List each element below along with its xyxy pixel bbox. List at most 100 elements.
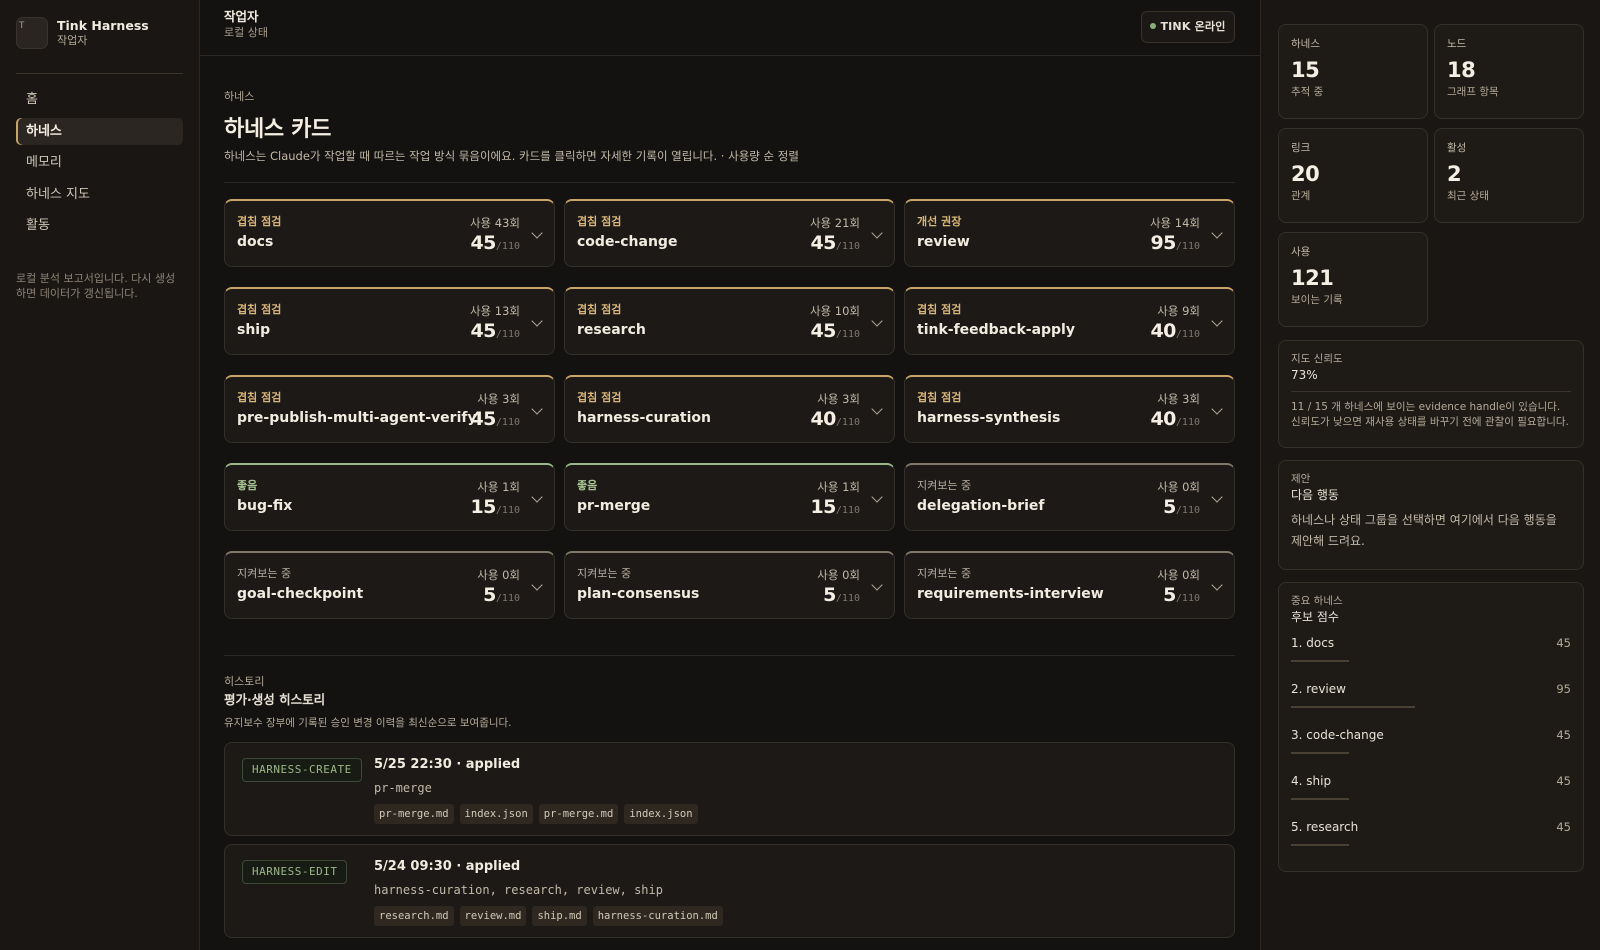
- harness-card[interactable]: 좋음 bug-fix 사용 1회 15/110: [224, 463, 555, 531]
- harness-card[interactable]: 겹침 점검 harness-synthesis 사용 3회 40/110: [904, 375, 1235, 443]
- card-name: research: [577, 322, 646, 338]
- history-files: research.md review.md ship.md harness-curat…: [374, 906, 723, 926]
- card-score-max: /110: [1175, 593, 1200, 604]
- confidence-value: 73%: [1291, 368, 1318, 382]
- ranking-list: 1. docs 45 2. review 95 3. code-change 45 4. s…: [1291, 626, 1571, 856]
- chevron-down-icon[interactable]: [531, 315, 543, 327]
- ranking-score-bar: [1291, 660, 1349, 662]
- harness-card[interactable]: 겹침 점검 tink-feedback-apply 사용 9회 40/110: [904, 287, 1235, 355]
- file-chip[interactable]: pr-merge.md: [374, 804, 454, 824]
- ranking-item[interactable]: 2. review 95: [1291, 672, 1571, 718]
- sidebar-item-activity[interactable]: 활동: [16, 212, 183, 239]
- card-name: docs: [237, 234, 274, 250]
- sidebar-item-harness[interactable]: 하네스: [16, 117, 183, 145]
- chevron-down-icon[interactable]: [1211, 403, 1223, 415]
- ranking-item[interactable]: 5. research 45: [1291, 810, 1571, 856]
- sidebar-item-harness-map[interactable]: 하네스 지도: [16, 181, 183, 208]
- history-heading: 5/25 22:30 · applied: [374, 757, 521, 772]
- card-usage: 사용 10회: [809, 304, 860, 318]
- ranking-score-bar: [1291, 844, 1349, 846]
- harness-card[interactable]: 겹침 점검 harness-curation 사용 3회 40/110: [564, 375, 895, 443]
- card-name: pr-merge: [577, 498, 651, 514]
- chevron-down-icon[interactable]: [871, 403, 883, 415]
- sidebar-note: 로컬 분석 보고서입니다. 다시 생성하면 데이터가 갱신됩니다.: [16, 272, 176, 300]
- harness-card[interactable]: 겹침 점검 research 사용 10회 45/110: [564, 287, 895, 355]
- file-chip[interactable]: review.md: [459, 906, 527, 926]
- status-badge[interactable]: TINK 온라인: [1141, 11, 1235, 43]
- harness-card[interactable]: 겹침 점검 pre-publish-multi-agent-verify 사용 3회…: [224, 375, 555, 443]
- suggestion-title: 다음 행동: [1291, 488, 1339, 502]
- ranking-item[interactable]: 1. docs 45: [1291, 626, 1571, 672]
- stat-value: 15: [1291, 58, 1320, 82]
- chevron-down-icon[interactable]: [871, 491, 883, 503]
- history-item[interactable]: HARNESS-EDIT 5/24 09:30 · applied harness-…: [224, 844, 1235, 938]
- harness-card[interactable]: 좋음 pr-merge 사용 1회 15/110: [564, 463, 895, 531]
- chevron-down-icon[interactable]: [1211, 491, 1223, 503]
- card-score: 95/110: [1150, 232, 1200, 254]
- file-chip[interactable]: ship.md: [532, 906, 587, 926]
- card-score: 45/110: [810, 232, 860, 254]
- ranking-score-bar: [1291, 706, 1415, 708]
- stat-label: 사용: [1291, 246, 1311, 258]
- chevron-down-icon[interactable]: [1211, 227, 1223, 239]
- harness-card[interactable]: 개선 권장 review 사용 14회 95/110: [904, 199, 1235, 267]
- history-item[interactable]: HARNESS-CREATE 5/25 22:30 · applied pr-mer…: [224, 742, 1235, 836]
- chevron-down-icon[interactable]: [531, 227, 543, 239]
- ranking-score: 45: [1556, 774, 1571, 788]
- card-score-max: /110: [835, 417, 860, 428]
- sidebar-item-memory[interactable]: 메모리: [16, 149, 183, 176]
- chevron-down-icon[interactable]: [871, 579, 883, 591]
- stat-caption: 최근 상태: [1447, 190, 1489, 202]
- stat-card-nodes: 노드 18 그래프 항목: [1434, 24, 1584, 119]
- card-score-max: /110: [1175, 241, 1200, 252]
- stat-card-usage: 사용 121 보이는 기록: [1278, 232, 1428, 327]
- status-label: TINK 온라인: [1160, 20, 1226, 33]
- ranking-item[interactable]: 4. ship 45: [1291, 764, 1571, 810]
- card-score: 5/110: [823, 584, 860, 606]
- ranking-item[interactable]: 3. code-change 45: [1291, 718, 1571, 764]
- harness-card[interactable]: 겹침 점검 code-change 사용 21회 45/110: [564, 199, 895, 267]
- ranking-score-bar: [1291, 798, 1349, 800]
- file-chip[interactable]: pr-merge.md: [538, 804, 619, 824]
- confidence-divider: [1291, 391, 1571, 392]
- card-usage: 사용 0회: [477, 568, 520, 582]
- topbar-subtitle: 로컬 상태: [224, 26, 268, 39]
- chevron-down-icon[interactable]: [1211, 315, 1223, 327]
- card-score-max: /110: [495, 329, 520, 340]
- file-chip[interactable]: index.json: [624, 804, 698, 824]
- harness-card[interactable]: 지켜보는 중 requirements-interview 사용 0회 5/110: [904, 551, 1235, 619]
- ranking-name: 5. research: [1291, 820, 1359, 834]
- card-status: 겹침 점검: [237, 303, 282, 316]
- file-chip[interactable]: index.json: [459, 804, 533, 824]
- chevron-down-icon[interactable]: [531, 579, 543, 591]
- card-usage: 사용 3회: [477, 392, 520, 406]
- card-score-max: /110: [495, 505, 520, 516]
- ranking-score: 45: [1556, 728, 1571, 742]
- chevron-down-icon[interactable]: [871, 227, 883, 239]
- card-score-value: 40: [810, 408, 836, 430]
- sidebar-item-home[interactable]: 홈: [16, 86, 183, 113]
- card-name: goal-checkpoint: [237, 586, 364, 602]
- card-status: 지켜보는 중: [577, 567, 632, 580]
- card-status: 개선 권장: [917, 215, 962, 228]
- card-score: 5/110: [483, 584, 520, 606]
- stat-value: 20: [1291, 162, 1320, 186]
- chevron-down-icon[interactable]: [531, 491, 543, 503]
- harness-card[interactable]: 지켜보는 중 plan-consensus 사용 0회 5/110: [564, 551, 895, 619]
- brand: T Tink Harness 작업자: [16, 17, 183, 49]
- harness-card[interactable]: 겹침 점검 docs 사용 43회 45/110: [224, 199, 555, 267]
- chevron-down-icon[interactable]: [531, 403, 543, 415]
- file-chip[interactable]: research.md: [374, 906, 454, 926]
- stat-caption: 그래프 항목: [1447, 86, 1499, 98]
- card-name: pre-publish-multi-agent-verify: [237, 410, 477, 426]
- card-usage: 사용 0회: [817, 568, 860, 582]
- file-chip[interactable]: harness-curation.md: [592, 906, 723, 926]
- harness-card[interactable]: 겹침 점검 ship 사용 13회 45/110: [224, 287, 555, 355]
- chevron-down-icon[interactable]: [871, 315, 883, 327]
- card-score-max: /110: [835, 241, 860, 252]
- section-description: 하네스는 Claude가 작업할 때 따르는 작업 방식 묶음이에요. 카드를 …: [224, 149, 799, 163]
- harness-card[interactable]: 지켜보는 중 goal-checkpoint 사용 0회 5/110: [224, 551, 555, 619]
- ranking-name: 1. docs: [1291, 636, 1335, 650]
- chevron-down-icon[interactable]: [1211, 579, 1223, 591]
- harness-card[interactable]: 지켜보는 중 delegation-brief 사용 0회 5/110: [904, 463, 1235, 531]
